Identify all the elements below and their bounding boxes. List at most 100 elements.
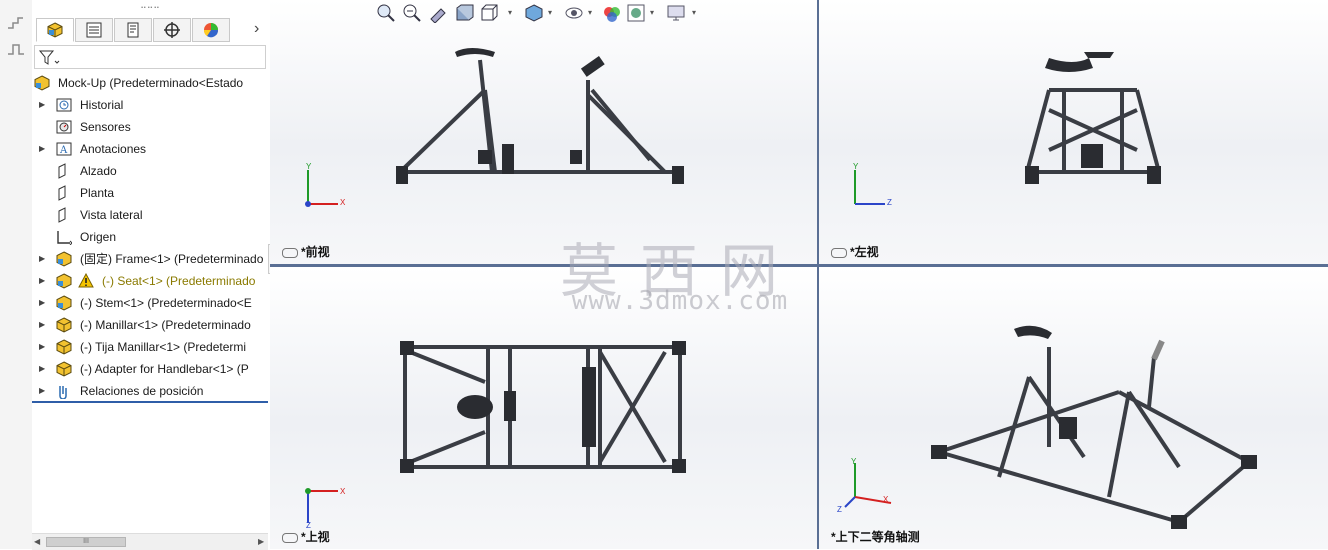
tree-filter[interactable] — [34, 45, 266, 69]
axis-y-label: Y — [851, 457, 857, 466]
panel-grip[interactable]: ⠒⠒⠒ — [32, 0, 268, 16]
tab-configuration-manager[interactable] — [114, 18, 152, 42]
top-view-model — [400, 341, 686, 473]
tree-item-label: (-) Tija Manillar<1> (Predetermi — [80, 340, 247, 354]
tree-item-label: (固定) Frame<1> (Predeterminado — [80, 252, 264, 266]
expand-arrow-icon[interactable]: ▶ — [39, 94, 45, 116]
view-settings-dropdown[interactable]: ▾ — [692, 8, 696, 17]
viewport-left[interactable]: Y Z *左视 — [819, 0, 1328, 264]
tree-item[interactable]: Vista lateral — [32, 204, 268, 226]
axis-x-label: X — [340, 487, 346, 496]
annotation-icon: A — [56, 142, 72, 156]
sensor-icon — [56, 120, 72, 134]
warning-icon — [78, 273, 94, 288]
tree-item[interactable]: Origen — [32, 226, 268, 248]
tree-item[interactable]: ▶ (-) Stem<1> (Predeterminado<E — [32, 292, 268, 314]
viewport-label-left: *左视 — [831, 243, 879, 260]
viewport-label-top: *上视 — [282, 528, 330, 545]
display-style-icon[interactable] — [524, 3, 544, 23]
subassembly-icon — [56, 273, 72, 289]
tree-item[interactable]: ▶ (-) Adapter for Handlebar<1> (P — [32, 358, 268, 380]
expand-arrow-icon[interactable]: ▶ — [39, 138, 45, 160]
hide-show-items-icon[interactable] — [564, 3, 584, 23]
view-orientation-dropdown[interactable]: ▾ — [508, 8, 512, 17]
tab-display-manager[interactable] — [192, 18, 230, 42]
tree-item[interactable]: ▶ Relaciones de posición — [32, 380, 268, 402]
front-view-model — [396, 48, 684, 184]
expand-arrow-icon[interactable]: ▶ — [39, 292, 45, 314]
configuration-icon — [127, 22, 139, 38]
origin-icon — [57, 231, 72, 245]
tree-item[interactable]: Sensores — [32, 116, 268, 138]
tree-item[interactable]: ▶ (-) Seat<1> (Predeterminado — [32, 270, 268, 292]
previous-view-icon[interactable] — [428, 3, 448, 23]
left-toolbar-strip — [0, 0, 33, 549]
filter-funnel-icon[interactable] — [38, 49, 60, 67]
hide-show-dropdown[interactable]: ▾ — [588, 8, 592, 17]
tree-item-label: Vista lateral — [80, 208, 143, 222]
tree-item-label: Relaciones de posición — [80, 384, 204, 398]
link-icon — [831, 247, 847, 258]
edit-appearance-icon[interactable] — [602, 3, 622, 23]
heads-up-view-toolbar: ▾ ▾ ▾ ▾ ▾ — [374, 0, 704, 26]
view-orientation-icon[interactable] — [480, 3, 500, 23]
scrollbar-thumb[interactable]: III — [46, 537, 126, 547]
scroll-right-arrow[interactable]: ▶ — [258, 537, 264, 546]
link-icon — [282, 247, 298, 258]
expand-arrow-icon[interactable]: ▶ — [39, 380, 45, 402]
tabs-more-arrow[interactable]: › — [254, 20, 259, 38]
part-icon — [56, 361, 72, 377]
tab-feature-manager[interactable] — [36, 18, 74, 42]
horizontal-scrollbar[interactable]: ◀ III ▶ — [32, 533, 268, 550]
tree-item-label: (-) Seat<1> (Predeterminado — [102, 274, 256, 288]
expand-arrow-icon[interactable]: ▶ — [39, 270, 45, 292]
crosshair-icon — [164, 22, 180, 38]
apply-scene-icon[interactable] — [626, 3, 646, 23]
tree-item[interactable]: ▶ (固定) Frame<1> (Predeterminado — [32, 248, 268, 270]
tree-item[interactable]: ▶ Historial — [32, 94, 268, 116]
tree-item-label: Sensores — [80, 120, 131, 134]
scroll-left-arrow[interactable]: ◀ — [34, 537, 40, 546]
expand-arrow-icon[interactable]: ▶ — [39, 358, 45, 380]
expand-arrow-icon[interactable]: ▶ — [39, 314, 45, 336]
tree-item[interactable]: ▶ (-) Manillar<1> (Predeterminado — [32, 314, 268, 336]
viewport-divider-vertical[interactable] — [817, 0, 819, 549]
apply-scene-dropdown[interactable]: ▾ — [650, 8, 654, 17]
display-style-dropdown[interactable]: ▾ — [548, 8, 552, 17]
tree-item[interactable]: Alzado — [32, 160, 268, 182]
plane-icon — [58, 185, 66, 201]
feature-manager-tabs: › — [36, 18, 268, 44]
tree-item[interactable]: ▶ (-) Tija Manillar<1> (Predetermi — [32, 336, 268, 358]
expand-arrow-icon[interactable]: ▶ — [39, 248, 45, 270]
step-signal-icon[interactable] — [6, 40, 26, 58]
axis-y-label: Y — [306, 162, 312, 171]
viewport-divider-horizontal[interactable] — [270, 264, 1328, 267]
zoom-to-area-icon[interactable] — [402, 3, 422, 23]
view-settings-monitor-icon[interactable] — [666, 3, 686, 23]
tree-item-label: (-) Manillar<1> (Predeterminado — [80, 318, 251, 332]
feature-tree: Mock-Up (Predeterminado<Estado ▶ Historial… — [32, 72, 268, 402]
zoom-to-fit-icon[interactable] — [376, 3, 396, 23]
tree-item[interactable]: ▶ A Anotaciones — [32, 138, 268, 160]
left-view-model — [1025, 52, 1161, 184]
tree-item-label: Anotaciones — [80, 142, 147, 156]
assembly-cube-icon — [47, 22, 63, 38]
tree-item[interactable]: Planta — [32, 182, 268, 204]
subassembly-icon — [56, 295, 72, 311]
section-view-icon[interactable] — [454, 3, 474, 23]
axis-z-label: Z — [887, 198, 892, 207]
viewport-front[interactable]: Y X *前视 — [270, 0, 817, 264]
tab-dimxpert[interactable] — [153, 18, 191, 42]
sketch-steps-icon[interactable] — [6, 12, 26, 32]
expand-arrow-icon[interactable]: ▶ — [39, 336, 45, 358]
viewport-isometric[interactable]: Y X Z *上下二等角轴测 — [819, 267, 1328, 549]
axis-y-label: Y — [853, 162, 859, 171]
axis-x-label: X — [340, 198, 346, 207]
tree-item-label: (-) Stem<1> (Predeterminado<E — [80, 296, 252, 310]
viewport-top[interactable]: X Z *上视 — [270, 267, 817, 549]
display-pie-icon — [203, 23, 219, 38]
tree-item[interactable]: Mock-Up (Predeterminado<Estado — [32, 72, 268, 94]
tab-property-manager[interactable] — [75, 18, 113, 42]
tree-item-label: Mock-Up (Predeterminado<Estado — [58, 76, 244, 90]
part-icon — [56, 339, 72, 355]
